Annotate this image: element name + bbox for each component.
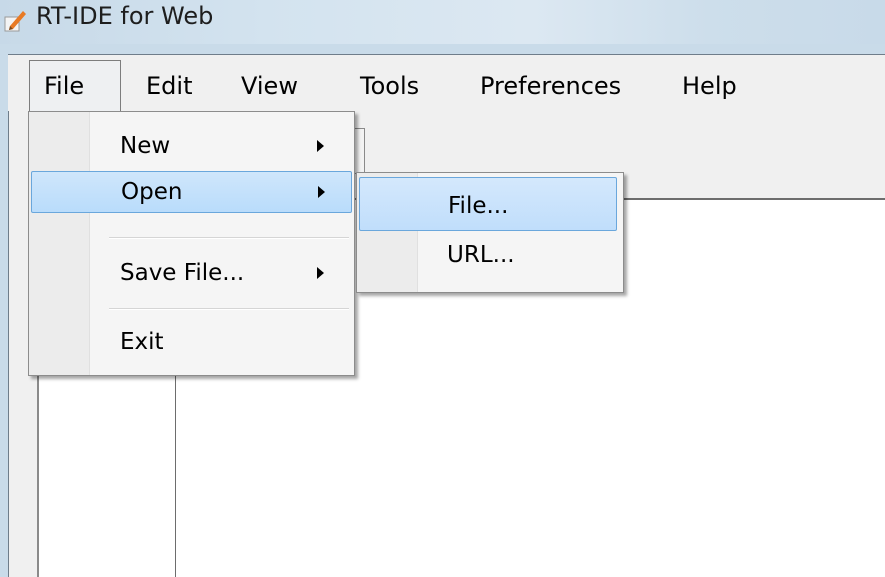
menu-item-open[interactable]: Open <box>31 171 352 213</box>
menu-item-label: File... <box>448 193 509 219</box>
window-title: RT-IDE for Web <box>36 2 214 30</box>
menu-item-label: Save File... <box>120 260 245 286</box>
menu-file[interactable]: File <box>44 70 84 102</box>
submenu-arrow-icon <box>318 186 325 198</box>
submenu-arrow-icon <box>317 267 324 279</box>
submenu-item-url[interactable]: URL... <box>359 233 615 285</box>
open-submenu: File... URL... <box>356 172 624 293</box>
menu-edit[interactable]: Edit <box>146 70 192 102</box>
submenu-item-file[interactable]: File... <box>359 177 617 231</box>
tab-edge[interactable] <box>354 128 365 174</box>
app-pencil-icon <box>4 11 26 32</box>
menu-item-label: New <box>120 133 171 159</box>
menu-separator <box>109 308 349 310</box>
menu-item-exit[interactable]: Exit <box>31 322 350 362</box>
title-bar: RT-IDE for Web <box>0 0 885 44</box>
menu-item-label: URL... <box>447 242 515 268</box>
menu-item-label: Exit <box>120 329 164 355</box>
menu-item-label: Open <box>121 179 183 205</box>
menu-help[interactable]: Help <box>682 70 737 102</box>
menu-separator <box>109 237 349 239</box>
menu-preferences[interactable]: Preferences <box>480 70 621 102</box>
file-menu-dropdown: New Open Save File... Exit <box>28 111 355 376</box>
menu-item-save-file[interactable]: Save File... <box>31 253 350 293</box>
menu-item-new[interactable]: New <box>31 126 350 166</box>
menu-view[interactable]: View <box>241 70 298 102</box>
menu-bar <box>8 55 885 111</box>
menu-tools[interactable]: Tools <box>360 70 419 102</box>
submenu-arrow-icon <box>317 140 324 152</box>
